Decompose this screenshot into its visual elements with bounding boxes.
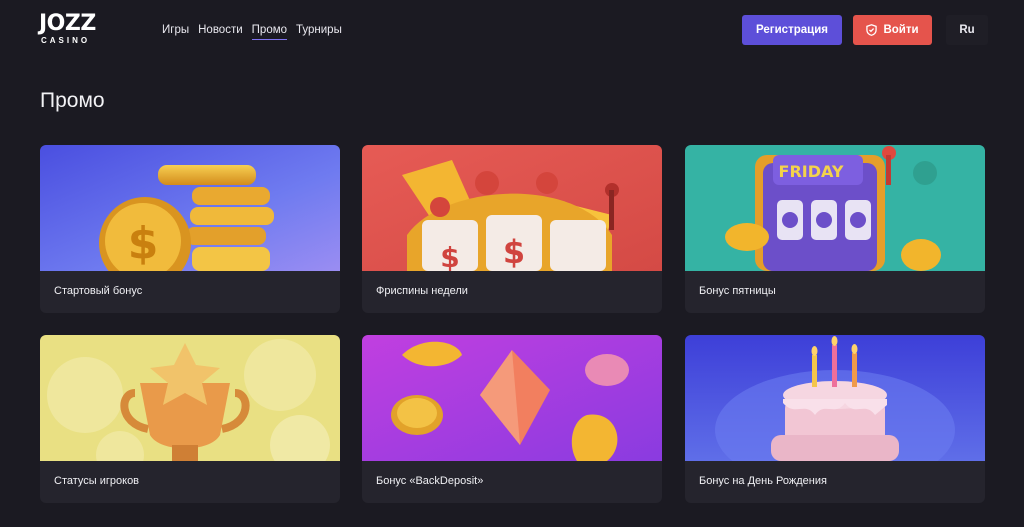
svg-text:$: $ [503,233,525,271]
svg-text:$: $ [128,218,159,269]
nav-promo[interactable]: Промо [251,22,288,40]
promo-label: Бонус на День Рождения [699,475,827,487]
promo-card-birthday[interactable]: Бонус на День Рождения [685,335,985,503]
promo-label: Стартовый бонус [54,285,143,297]
promo-image-coins: $ [40,145,340,271]
register-button[interactable]: Регистрация [742,15,842,45]
promo-image-trophy [40,335,340,461]
promo-image-slot-lemons: $ $ [362,145,662,271]
promo-card-friday[interactable]: FRIDAY Бонус пятницы [685,145,985,313]
nav-games[interactable]: Игры [162,22,189,38]
friday-sign: FRIDAY [779,162,844,181]
logo-subtext: CASINO [41,36,91,45]
shield-icon [866,24,878,36]
promo-card-starter[interactable]: $ Стартовый бонус [40,145,340,313]
promo-label: Бонус «BackDeposit» [376,475,484,487]
logo[interactable]: JOZZ CASINO [39,12,107,46]
promo-card-statuses[interactable]: Статусы игроков [40,335,340,503]
svg-text:$: $ [440,241,459,271]
login-button[interactable]: Войти [853,15,932,45]
promo-label: Статусы игроков [54,475,140,487]
login-label: Войти [883,24,919,36]
page-title: Промо [40,89,105,112]
nav-news[interactable]: Новости [198,22,243,38]
promo-image-friday-slot: FRIDAY [685,145,985,271]
promo-card-backdeposit[interactable]: Бонус «BackDeposit» [362,335,662,503]
promo-image-gem [362,335,662,461]
promo-card-freespins[interactable]: $ $ Фриспины недели [362,145,662,313]
language-selector[interactable]: Ru [946,15,988,45]
promo-label: Бонус пятницы [699,285,776,297]
promo-image-cake [685,335,985,461]
nav-tournaments[interactable]: Турниры [296,22,342,38]
logo-text: JOZZ [39,11,96,36]
main-nav: Игры Новости Промо Турниры [162,22,351,40]
header: JOZZ CASINO Игры Новости Промо Турниры Р… [0,0,1024,60]
promo-label: Фриспины недели [376,285,468,297]
